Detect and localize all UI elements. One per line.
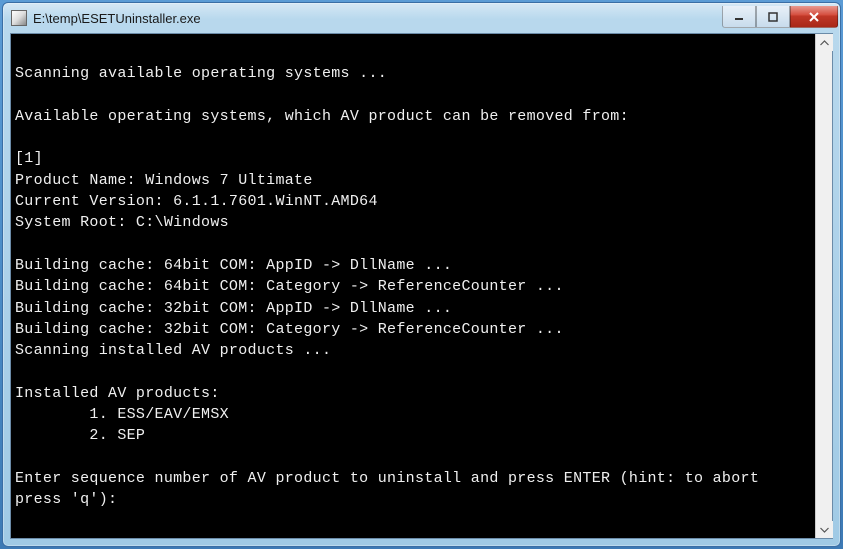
console-line: Current Version: 6.1.1.7601.WinNT.AMD64 — [15, 191, 811, 212]
console-line — [15, 447, 811, 468]
scroll-up-button[interactable] — [816, 34, 833, 51]
app-icon — [11, 10, 27, 26]
console-line — [15, 234, 811, 255]
chevron-down-icon — [820, 527, 829, 533]
console-line: 2. SEP — [15, 425, 811, 446]
console-line: Scanning available operating systems ... — [15, 63, 811, 84]
console-line: 1. ESS/EAV/EMSX — [15, 404, 811, 425]
close-button[interactable] — [790, 6, 838, 28]
window-title: E:\temp\ESETUninstaller.exe — [33, 11, 722, 26]
vertical-scrollbar[interactable] — [815, 34, 832, 538]
console-line: System Root: C:\Windows — [15, 212, 811, 233]
console-line: Building cache: 32bit COM: AppID -> DllN… — [15, 298, 811, 319]
console-line: Available operating systems, which AV pr… — [15, 106, 811, 127]
console-line: Building cache: 64bit COM: AppID -> DllN… — [15, 255, 811, 276]
console-line: Building cache: 64bit COM: Category -> R… — [15, 276, 811, 297]
console-line: Enter sequence number of AV product to u… — [15, 468, 811, 511]
minimize-icon — [734, 12, 744, 22]
titlebar[interactable]: E:\temp\ESETUninstaller.exe — [3, 3, 840, 33]
console-line: Product Name: Windows 7 Ultimate — [15, 170, 811, 191]
window-controls — [722, 6, 838, 28]
console-window: E:\temp\ESETUninstaller.exe Scanning ava… — [2, 2, 841, 547]
console-frame: Scanning available operating systems ...… — [10, 33, 833, 539]
chevron-up-icon — [820, 40, 829, 46]
maximize-button[interactable] — [756, 6, 790, 28]
minimize-button[interactable] — [722, 6, 756, 28]
console-line — [15, 127, 811, 148]
scroll-down-button[interactable] — [816, 521, 833, 538]
console-line: Scanning installed AV products ... — [15, 340, 811, 361]
console-line — [15, 42, 811, 63]
console-line: Building cache: 32bit COM: Category -> R… — [15, 319, 811, 340]
console-line — [15, 85, 811, 106]
console-line: [1] — [15, 148, 811, 169]
maximize-icon — [768, 12, 778, 22]
close-icon — [808, 12, 820, 22]
console-line — [15, 361, 811, 382]
console-line: Installed AV products: — [15, 383, 811, 404]
console-output[interactable]: Scanning available operating systems ...… — [11, 34, 815, 538]
